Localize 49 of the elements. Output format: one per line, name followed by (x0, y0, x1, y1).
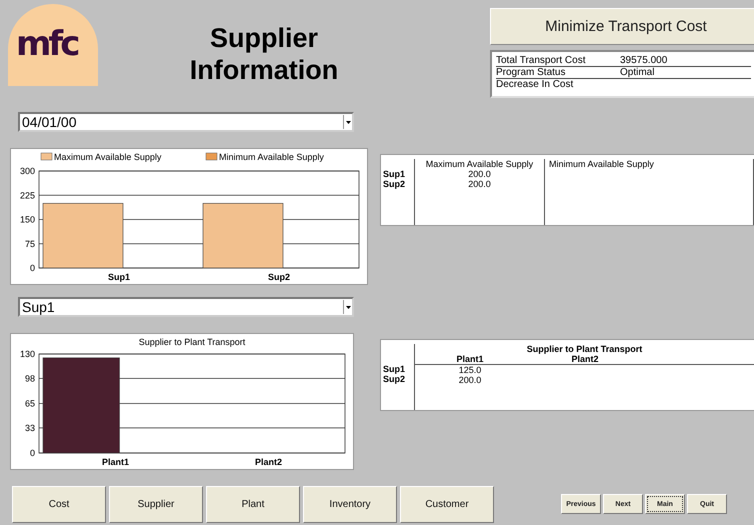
logo: mfc (8, 4, 98, 86)
nav-button[interactable]: Cost (12, 486, 106, 522)
axis-tick-label: 65 (24, 398, 35, 408)
status-label: Program Status (496, 67, 566, 78)
status-label: Total Transport Cost (496, 55, 586, 66)
column-header: Plant2 (570, 354, 600, 364)
row-header: Sup2 (383, 374, 406, 384)
category-label: Sup2 (268, 272, 290, 282)
axis-tick-label: 75 (24, 238, 35, 249)
category-label: Sup1 (108, 272, 130, 282)
dropdown-field[interactable]: Sup1 (18, 297, 354, 317)
dropdown-arrow-icon (346, 120, 350, 124)
axis-tick-label: 130 (20, 349, 35, 359)
legend-swatch (40, 152, 52, 160)
table-cell-text: 200.0 (458, 375, 482, 385)
column-header: Plant1 (455, 354, 484, 364)
category-label: Plant2 (255, 457, 282, 467)
legend-label: Maximum Available Supply (54, 152, 162, 162)
column-header: Minimum Available Supply (549, 159, 655, 169)
axis-tick-label: 0 (30, 263, 35, 273)
nav-button[interactable]: Supplier (109, 486, 203, 522)
row-header: Sup2 (383, 179, 406, 189)
status-label: Decrease In Cost (496, 79, 574, 90)
table-cell-text: 200.0 (467, 169, 492, 179)
table-title: Supplier to Plant Transport (526, 344, 644, 354)
table-cell-text: 125.0 (458, 365, 482, 375)
axis-tick-label: 150 (20, 214, 35, 224)
legend-label: Minimum Available Supply (219, 152, 324, 162)
dropdown-field[interactable]: 04/01/00 (18, 112, 354, 132)
axis-tick-label: 33 (24, 422, 35, 433)
axis-tick-label: 300 (20, 166, 35, 176)
page-title: Supplier Information (188, 22, 340, 87)
chart-title: Supplier to Plant Transport (138, 337, 246, 347)
legend-swatch (206, 152, 218, 160)
row-header: Sup1 (383, 169, 406, 179)
row-header: Sup1 (383, 364, 406, 374)
dropdown-arrow-icon (346, 306, 350, 308)
category-label: Plant1 (102, 457, 129, 467)
column-header: Maximum Available Supply (424, 159, 534, 169)
nav-button[interactable]: Plant (206, 486, 300, 522)
minimize-cost-button[interactable]: Minimize Transport Cost (490, 8, 754, 45)
nav-button[interactable]: Inventory (303, 486, 397, 522)
axis-tick-label: 225 (20, 190, 35, 200)
table-cell-text: 200.0 (467, 179, 492, 189)
axis-tick-label: 0 (30, 448, 35, 458)
status-value: 39575.000 (620, 55, 668, 66)
axis-tick-label: 98 (24, 373, 35, 384)
nav-button[interactable]: Customer (400, 486, 494, 522)
status-value: Optimal (620, 67, 656, 78)
